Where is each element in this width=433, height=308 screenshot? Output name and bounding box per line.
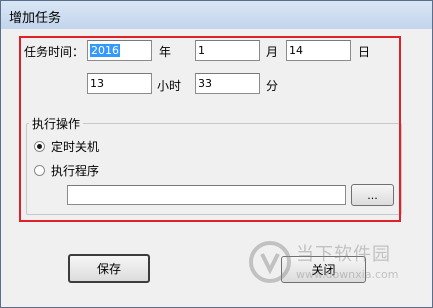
watermark-brand: 当下软件园 — [296, 244, 391, 265]
watermark: 当下软件园 www.downxia.com — [248, 238, 418, 298]
save-button[interactable]: 保存 — [68, 254, 150, 283]
window-title: 增加任务 — [9, 11, 62, 26]
title-bar[interactable]: 增加任务 — [1, 1, 432, 29]
watermark-logo-icon — [249, 241, 291, 283]
highlight-frame — [19, 36, 401, 222]
watermark-site: www.downxia.com — [296, 268, 399, 281]
save-button-label: 保存 — [96, 262, 121, 276]
